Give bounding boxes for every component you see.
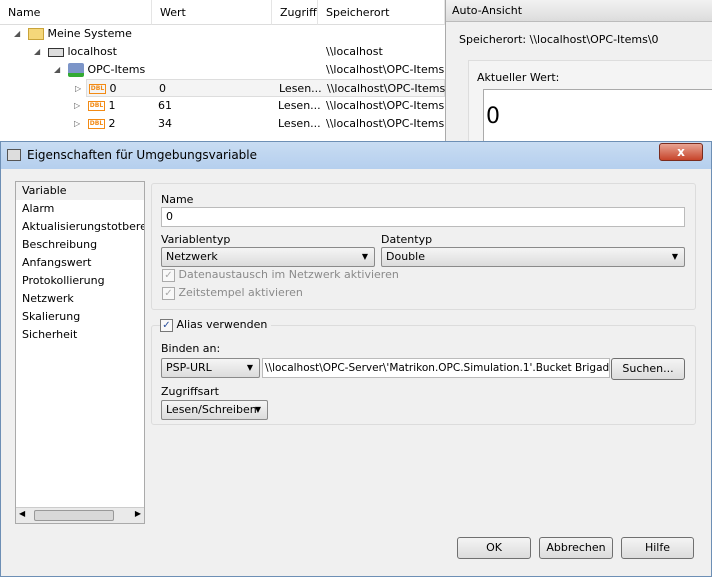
nav-item-variable[interactable]: Variable bbox=[16, 182, 144, 200]
bind-label: Binden an: bbox=[161, 342, 221, 355]
expand-icon[interactable]: ▷ bbox=[74, 115, 80, 133]
expand-icon[interactable]: ▷ bbox=[74, 97, 80, 115]
access-label: Zugriffsart bbox=[161, 385, 219, 398]
tree-item-name: 1 bbox=[108, 99, 116, 112]
net-exchange-checkbox[interactable]: ✓ Datenaustausch im Netzwerk aktivieren bbox=[162, 268, 399, 282]
datatype-select[interactable]: Double ▼ bbox=[381, 247, 685, 267]
timestamp-label: Zeitstempel aktivieren bbox=[178, 286, 303, 299]
name-label: Name bbox=[161, 193, 194, 206]
variable-group: Name 0 Variablentyp Netzwerk ▼ Datentyp D… bbox=[151, 183, 696, 310]
chevron-down-icon: ▼ bbox=[254, 405, 261, 414]
current-value-label: Aktueller Wert: bbox=[477, 71, 560, 84]
name-input[interactable]: 0 bbox=[161, 207, 685, 227]
nav-item-anfangswert[interactable]: Anfangswert bbox=[16, 254, 144, 272]
category-list: VariableAlarmAktualisierungstotbereichBe… bbox=[15, 181, 145, 524]
dbl-icon: DBL bbox=[88, 101, 105, 111]
tree-row[interactable]: ▷ DBL 2 34 Lesen... \\localhost\OPC-Item… bbox=[0, 115, 445, 133]
vartype-select[interactable]: Netzwerk ▼ bbox=[161, 247, 375, 267]
vartype-value: Netzwerk bbox=[166, 250, 218, 263]
dialog-app-icon bbox=[7, 149, 21, 161]
timestamp-checkbox[interactable]: ✓ Zeitstempel aktivieren bbox=[162, 286, 303, 300]
column-header-name[interactable]: Name bbox=[0, 0, 152, 25]
bind-type-select[interactable]: PSP-URL ▼ bbox=[161, 358, 260, 378]
bind-url-input[interactable]: \\localhost\OPC-Server\'Matrikon.OPC.Sim… bbox=[262, 358, 610, 378]
nav-item-netzwerk[interactable]: Netzwerk bbox=[16, 290, 144, 308]
tree-item-name: Meine Systeme bbox=[47, 27, 132, 40]
nav-item-beschreibung[interactable]: Beschreibung bbox=[16, 236, 144, 254]
bind-type-value: PSP-URL bbox=[166, 361, 212, 374]
dbl-icon: DBL bbox=[89, 84, 106, 94]
tree-row[interactable]: ◢ Meine Systeme bbox=[0, 25, 445, 43]
tree-item-name: OPC-Items bbox=[87, 63, 146, 76]
auto-view-location: Speicherort: \\localhost\OPC-Items\0 bbox=[459, 33, 659, 46]
column-header-zugriff[interactable]: Zugriff bbox=[272, 0, 318, 25]
tree-item-value: 0 bbox=[159, 82, 166, 95]
auto-view-title: Auto-Ansicht bbox=[446, 0, 712, 22]
tree-item-name: 2 bbox=[108, 117, 116, 130]
tree-item-name: localhost bbox=[67, 45, 117, 58]
collapse-icon[interactable]: ◢ bbox=[34, 43, 40, 61]
nav-item-skalierung[interactable]: Skalierung bbox=[16, 308, 144, 326]
alias-label: Alias verwenden bbox=[176, 318, 268, 331]
help-button[interactable]: Hilfe bbox=[621, 537, 694, 559]
nav-item-aktualisierungstotbereich[interactable]: Aktualisierungstotbereich bbox=[16, 218, 144, 236]
collapse-icon[interactable]: ◢ bbox=[54, 61, 60, 79]
tree-row[interactable]: ▷ DBL 1 61 Lesen... \\localhost\OPC-Item… bbox=[0, 97, 445, 115]
tree-item-access: Lesen... bbox=[279, 82, 322, 95]
tree-row[interactable]: ◢ OPC-Items \\localhost\OPC-Items bbox=[0, 61, 445, 79]
tree-row[interactable]: ◢ localhost \\localhost bbox=[0, 43, 445, 61]
tree-row[interactable]: ▷ DBL 0 0 Lesen... \\localhost\OPC-Items bbox=[75, 79, 446, 97]
dbl-icon: DBL bbox=[88, 119, 105, 129]
dialog-title: Eigenschaften für Umgebungsvariable bbox=[27, 148, 258, 162]
scrollbar-thumb[interactable] bbox=[34, 510, 114, 521]
checkbox-checked-disabled: ✓ bbox=[162, 286, 175, 300]
chevron-down-icon: ▼ bbox=[246, 363, 253, 372]
scroll-right-icon[interactable]: ▶ bbox=[135, 509, 141, 518]
expand-icon[interactable]: ▷ bbox=[75, 80, 81, 98]
tree-item-access: Lesen... bbox=[278, 99, 321, 112]
checkbox-checked-disabled: ✓ bbox=[162, 268, 175, 282]
chevron-down-icon: ▼ bbox=[671, 252, 678, 261]
properties-dialog: Eigenschaften für Umgebungsvariable x Va… bbox=[0, 141, 712, 577]
alias-group: ✓ Alias verwenden Binden an: PSP-URL ▼ \\… bbox=[151, 318, 696, 425]
folder-icon bbox=[28, 28, 44, 40]
tree-item-access: Lesen... bbox=[278, 117, 321, 130]
nav-item-alarm[interactable]: Alarm bbox=[16, 200, 144, 218]
collapse-icon[interactable]: ◢ bbox=[14, 25, 20, 43]
checkbox-checked: ✓ bbox=[160, 318, 173, 332]
tree-item-value: 61 bbox=[158, 99, 172, 112]
cancel-button[interactable]: Abbrechen bbox=[539, 537, 613, 559]
computer-icon bbox=[48, 47, 64, 57]
ok-button[interactable]: OK bbox=[457, 537, 531, 559]
nav-item-protokollierung[interactable]: Protokollierung bbox=[16, 272, 144, 290]
tree-item-location: \\localhost\OPC-Items bbox=[327, 82, 446, 95]
auto-view-panel: Auto-Ansicht Speicherort: \\localhost\OP… bbox=[445, 0, 712, 159]
horizontal-scrollbar[interactable]: ◀ ▶ bbox=[16, 507, 144, 523]
access-value: Lesen/Schreiben bbox=[166, 403, 257, 416]
datatype-value: Double bbox=[386, 250, 425, 263]
tree-item-name: 0 bbox=[109, 82, 117, 95]
close-button[interactable]: x bbox=[659, 143, 703, 161]
opc-items-icon bbox=[68, 63, 84, 77]
chevron-down-icon: ▼ bbox=[361, 252, 368, 261]
tree-item-location: \\localhost\OPC-Items bbox=[326, 63, 445, 76]
dialog-titlebar[interactable]: Eigenschaften für Umgebungsvariable x bbox=[1, 142, 711, 169]
tree-item-value: 34 bbox=[158, 117, 172, 130]
tree-item-location: \\localhost\OPC-Items bbox=[326, 117, 445, 130]
tree-item-location: \\localhost bbox=[326, 45, 383, 58]
datatype-label: Datentyp bbox=[381, 233, 433, 246]
access-select[interactable]: Lesen/Schreiben ▼ bbox=[161, 400, 268, 420]
alias-checkbox[interactable]: ✓ Alias verwenden bbox=[160, 318, 272, 332]
nav-item-sicherheit[interactable]: Sicherheit bbox=[16, 326, 144, 344]
column-header-speicherort[interactable]: Speicherort bbox=[318, 0, 445, 25]
tree-item-location: \\localhost\OPC-Items bbox=[326, 99, 445, 112]
column-header-wert[interactable]: Wert bbox=[152, 0, 272, 25]
vartype-label: Variablentyp bbox=[161, 233, 231, 246]
search-button[interactable]: Suchen... bbox=[611, 358, 685, 380]
scroll-left-icon[interactable]: ◀ bbox=[19, 509, 25, 518]
net-exchange-label: Datenaustausch im Netzwerk aktivieren bbox=[178, 268, 399, 281]
